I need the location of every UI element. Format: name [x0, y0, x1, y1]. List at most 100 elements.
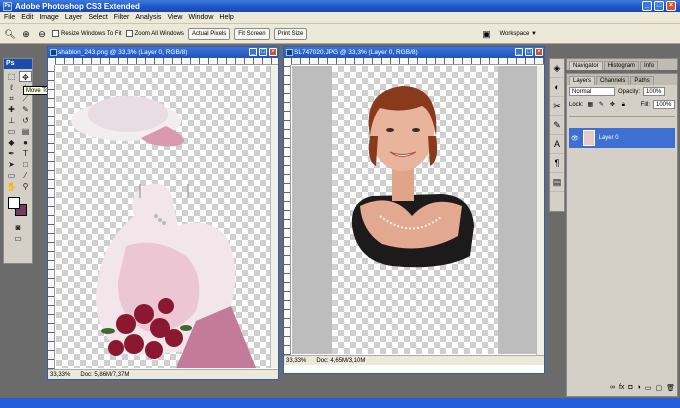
document-title-bar: SL747020.JPG @ 33,3% (Layer 0, RGB/8) _ …	[284, 47, 544, 58]
bridge-icon[interactable]: ▣	[480, 28, 492, 40]
lock-pixels-icon[interactable]: ✎	[597, 101, 605, 109]
menu-analysis[interactable]: Analysis	[135, 14, 161, 21]
path-select-tool-icon[interactable]: ➤	[5, 159, 18, 170]
resize-windows-checkbox[interactable]: Resize Windows To Fit	[52, 30, 122, 37]
color-icon[interactable]: ◐	[550, 78, 564, 97]
taskbar	[0, 398, 680, 408]
notes-tool-icon[interactable]: ▭	[5, 170, 18, 181]
eyedropper-tool-icon[interactable]: ⁄	[19, 170, 32, 181]
menu-filter[interactable]: Filter	[114, 14, 130, 21]
zoom-all-windows-checkbox[interactable]: Zoom All Windows	[125, 30, 184, 37]
layer-mask-icon[interactable]: ◘	[628, 384, 632, 394]
eraser-tool-icon[interactable]: ▭	[5, 126, 18, 137]
new-layer-icon[interactable]: ▢	[655, 384, 662, 394]
brush-tool-icon[interactable]: ✎	[19, 104, 32, 115]
layer-style-icon[interactable]: fx	[619, 384, 624, 394]
layer-comps-icon[interactable]: ▤	[550, 173, 564, 192]
adjustment-layer-icon[interactable]: ◑	[637, 384, 641, 394]
menu-view[interactable]: View	[167, 14, 182, 21]
doc-minimize-button[interactable]: _	[249, 48, 257, 56]
print-size-button[interactable]: Print Size	[273, 27, 308, 40]
panel-dock: ◈ ◐ ✂ ✎ A ¶ ▤	[549, 58, 565, 212]
quick-mask-icon[interactable]: ◙	[4, 222, 32, 233]
close-button[interactable]: ×	[666, 1, 676, 11]
zoom-tool-icon[interactable]: 🔍︎	[4, 28, 16, 40]
brushes-icon[interactable]: ✎	[550, 116, 564, 135]
lock-label: Lock:	[569, 101, 584, 108]
actual-pixels-button[interactable]: Actual Pixels	[187, 27, 231, 40]
gradient-tool-icon[interactable]: ▤	[19, 126, 32, 137]
document-title-bar: shablon_243.png @ 33,3% (Layer 0, RGB/8)…	[48, 47, 278, 58]
tab-paths[interactable]: Paths	[630, 76, 654, 85]
doc-close-button[interactable]: ×	[535, 48, 543, 56]
menu-select[interactable]: Select	[88, 14, 107, 21]
tools-panel-icon[interactable]: ✂	[550, 97, 564, 116]
tab-channels[interactable]: Channels	[596, 76, 630, 85]
app-icon: Ps	[3, 1, 12, 11]
lock-all-icon[interactable]: 🔒︎	[619, 101, 627, 109]
lock-position-icon[interactable]: ✥	[608, 101, 616, 109]
navigator-icon[interactable]: ◈	[550, 59, 564, 78]
new-group-icon[interactable]: ▭	[645, 384, 652, 394]
pen-tool-icon[interactable]: ✒	[5, 148, 18, 159]
blend-mode-select[interactable]: Normal	[569, 87, 615, 96]
document-window-2[interactable]: SL747020.JPG @ 33,3% (Layer 0, RGB/8) _ …	[283, 46, 545, 374]
link-layers-icon[interactable]: ∞	[610, 384, 615, 394]
tab-navigator[interactable]: Navigator	[569, 61, 603, 70]
canvas-area	[292, 66, 538, 354]
menu-edit[interactable]: Edit	[21, 14, 33, 21]
canvas[interactable]	[332, 66, 498, 354]
crop-tool-icon[interactable]: ⌗	[5, 93, 18, 104]
menu-help[interactable]: Help	[219, 14, 233, 21]
fit-screen-button[interactable]: Fit Screen	[234, 27, 270, 40]
document-status-bar: 33,33% Doc: 4,65M/3,10M	[284, 355, 544, 365]
menu-layer[interactable]: Layer	[65, 14, 83, 21]
layer-row[interactable]: 👁︎ Layer 0	[569, 128, 675, 148]
portrait-image	[351, 86, 474, 268]
foreground-color-swatch[interactable]	[8, 197, 20, 209]
stamp-tool-icon[interactable]: ⊥	[5, 115, 18, 126]
zoom-out-icon[interactable]: ⊖	[36, 28, 48, 40]
document-window-1[interactable]: shablon_243.png @ 33,3% (Layer 0, RGB/8)…	[47, 46, 279, 380]
tab-layers[interactable]: Layers	[569, 76, 596, 85]
lasso-tool-icon[interactable]: ℓ	[5, 82, 18, 93]
minimize-button[interactable]: _	[642, 1, 652, 11]
canvas[interactable]	[56, 66, 270, 368]
delete-layer-icon[interactable]: 🗑︎	[666, 384, 675, 394]
zoom-in-icon[interactable]: ⊕	[20, 28, 32, 40]
blur-tool-icon[interactable]: ◆	[5, 137, 18, 148]
dress-template-image	[71, 96, 256, 368]
workspace-button[interactable]: Workspace ▼	[496, 28, 540, 40]
screen-mode-icon[interactable]: ▭	[4, 233, 32, 244]
dodge-tool-icon[interactable]: ●	[19, 137, 32, 148]
tab-info[interactable]: Info	[640, 61, 659, 70]
fill-field[interactable]: 100%	[653, 100, 675, 109]
vertical-scrollbar[interactable]	[270, 66, 278, 368]
visibility-eye-icon[interactable]: 👁︎	[571, 135, 579, 142]
doc-maximize-button[interactable]: □	[259, 48, 267, 56]
paragraph-icon[interactable]: ¶	[550, 154, 564, 173]
move-tool-icon[interactable]: ✥	[19, 71, 32, 82]
type-tool-icon[interactable]: T	[19, 148, 32, 159]
hand-tool-icon[interactable]: ✋	[5, 181, 18, 192]
healing-tool-icon[interactable]: ✚	[5, 104, 18, 115]
vertical-scrollbar[interactable]	[536, 66, 544, 355]
menu-image[interactable]: Image	[39, 14, 58, 21]
maximize-button[interactable]: □	[654, 1, 664, 11]
opacity-field[interactable]: 100%	[643, 87, 666, 96]
shape-tool-icon[interactable]: □	[19, 159, 32, 170]
menu-window[interactable]: Window	[188, 14, 213, 21]
character-icon[interactable]: A	[550, 135, 564, 154]
zoom-tool-box-icon[interactable]: ⚲	[19, 181, 32, 192]
doc-close-button[interactable]: ×	[269, 48, 277, 56]
tab-histogram[interactable]: Histogram	[603, 61, 640, 70]
doc-maximize-button[interactable]: □	[525, 48, 533, 56]
opacity-label: Opacity:	[618, 88, 641, 95]
history-brush-tool-icon[interactable]: ↺	[19, 115, 32, 126]
lock-transparency-icon[interactable]: ▦	[586, 101, 594, 109]
document-title: SL747020.JPG @ 33,3% (Layer 0, RGB/8)	[294, 49, 418, 56]
menu-file[interactable]: File	[4, 14, 15, 21]
marquee-tool-icon[interactable]: ⬚	[5, 71, 18, 82]
horizontal-ruler	[55, 58, 278, 65]
doc-minimize-button[interactable]: _	[515, 48, 523, 56]
